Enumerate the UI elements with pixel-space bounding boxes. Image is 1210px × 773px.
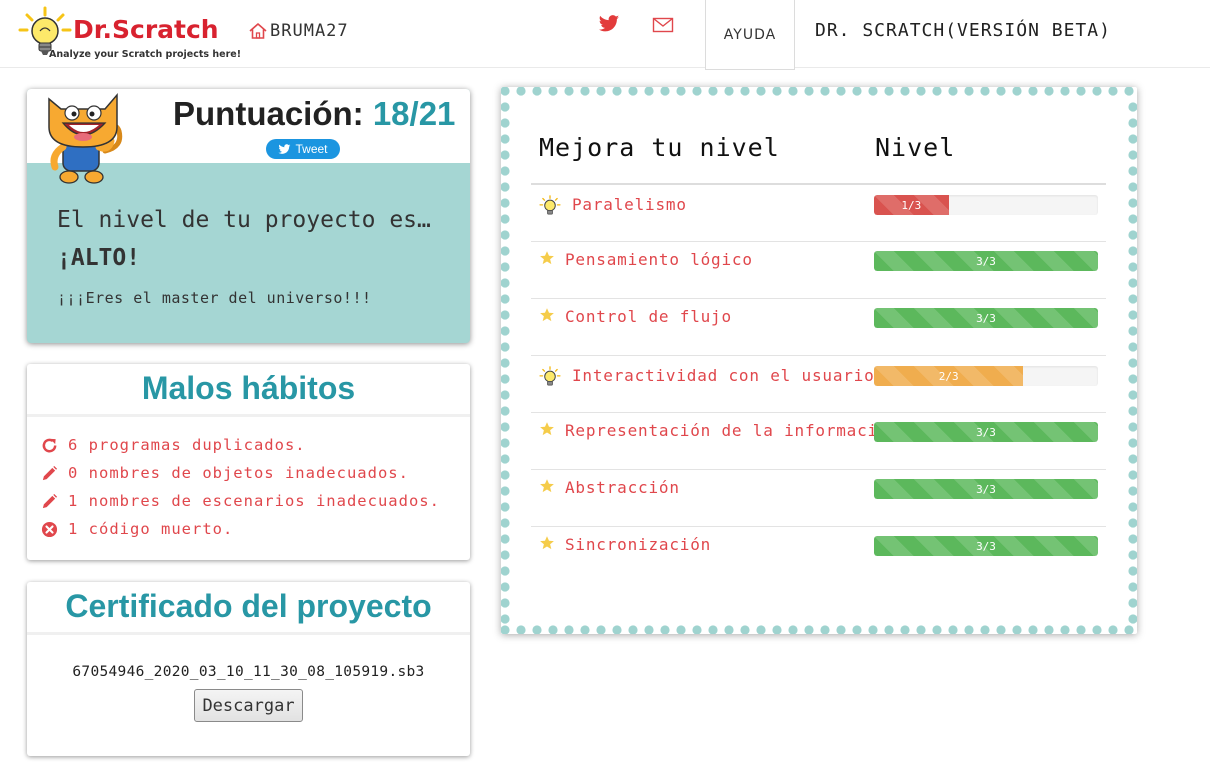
habit-text: 1 código muerto. — [68, 520, 234, 538]
level-progress-bar: 3/3 — [874, 536, 1098, 556]
praise-message: ¡¡¡Eres el master del universo!!! — [57, 289, 372, 307]
refresh-icon — [42, 438, 57, 452]
pencil-icon — [42, 465, 58, 480]
level-column-heading: Nivel — [875, 133, 956, 162]
habit-text: 1 nombres de escenarios inadecuados. — [68, 492, 440, 510]
level-row-name[interactable]: Representación de la información — [565, 421, 899, 440]
twitter-icon[interactable] — [598, 14, 620, 34]
scratch-cat-mascot — [48, 92, 123, 184]
star-icon — [539, 478, 559, 498]
level-progress-bar: 2/3 — [874, 366, 1098, 386]
level-row[interactable]: Interactividad con el usuario 2/3 — [531, 356, 1106, 413]
improve-level-card: Mejora tu nivel Nivel Paralelismo 1/3 Pens… — [501, 87, 1137, 634]
improve-level-heading: Mejora tu nivel — [539, 133, 780, 162]
download-button[interactable]: Descargar — [194, 689, 303, 722]
level-progress-bar: 3/3 — [874, 422, 1098, 442]
pencil-icon — [42, 493, 58, 508]
close-circle-icon — [41, 521, 58, 537]
level-row-name[interactable]: Sincronización — [565, 535, 711, 554]
level-row[interactable]: Abstracción 3/3 — [531, 470, 1106, 527]
project-level-text: El nivel de tu proyecto es… ¡ALTO! — [57, 201, 431, 277]
level-progress-bar: 1/3 — [874, 195, 1098, 215]
top-navbar: Dr.Scratch Analyze your Scratch projects… — [0, 0, 1210, 70]
mail-icon[interactable] — [652, 16, 674, 34]
level-progress-bar: 3/3 — [874, 479, 1098, 499]
score-heading: Puntuación: 18/21 — [173, 95, 455, 133]
habit-item-dead-code[interactable]: 1 código muerto. — [41, 517, 233, 541]
star-icon — [539, 250, 559, 270]
certificate-filename: 67054946_2020_03_10_11_30_08_105919.sb3 — [72, 664, 425, 680]
certificate-card: Certificado del proyecto 67054946_2020_0… — [27, 582, 470, 756]
level-row[interactable]: Sincronización 3/3 — [531, 527, 1106, 584]
logo-subtitle: Analyze your Scratch projects here! — [49, 49, 242, 60]
certificate-divider — [27, 632, 470, 635]
dr-scratch-logo[interactable]: Dr.Scratch Analyze your Scratch projects… — [17, 6, 241, 62]
home-link[interactable]: BRUMA27 — [248, 18, 349, 44]
level-progress-label: 3/3 — [976, 482, 996, 496]
level-prefix: El nivel de tu proyecto es… — [57, 207, 431, 233]
score-label: Puntuación: — [173, 95, 364, 132]
score-value: 18/21 — [372, 95, 456, 132]
home-link-label: BRUMA27 — [270, 21, 349, 41]
level-row[interactable]: Representación de la información 3/3 — [531, 413, 1106, 470]
lightbulb-icon — [539, 366, 561, 386]
star-icon — [539, 535, 559, 555]
level-row-name[interactable]: Abstracción — [565, 478, 680, 497]
level-progress-label: 2/3 — [938, 369, 959, 383]
twitter-bird-icon — [278, 143, 291, 154]
tweet-button-label: Tweet — [295, 142, 328, 156]
level-row-name[interactable]: Paralelismo — [572, 195, 687, 214]
level-row-name[interactable]: Control de flujo — [565, 307, 732, 326]
habit-text: 6 programas duplicados. — [68, 436, 306, 454]
level-row-name[interactable]: Interactividad con el usuario — [572, 366, 875, 385]
level-progress-bar: 3/3 — [874, 251, 1098, 271]
home-icon — [249, 23, 267, 39]
level-row[interactable]: Paralelismo 1/3 — [531, 185, 1106, 242]
level-row[interactable]: Control de flujo 3/3 — [531, 299, 1106, 356]
level-progress-label: 1/3 — [901, 198, 922, 212]
certificate-title: Certificado del proyecto — [65, 588, 432, 624]
level-progress-label: 3/3 — [976, 425, 996, 439]
bad-habits-title: Malos hábitos — [141, 370, 356, 406]
help-nav-button[interactable]: AYUDA — [705, 0, 795, 70]
lightbulb-icon — [539, 195, 561, 215]
version-nav-link[interactable]: DR. SCRATCH(VERSIÓN BETA) — [815, 20, 1111, 41]
level-progress-bar: 3/3 — [874, 308, 1098, 328]
level-value: ¡ALTO! — [57, 245, 141, 271]
habit-text: 0 nombres de objetos inadecuados. — [68, 464, 409, 482]
habit-item-sprite-names[interactable]: 0 nombres de objetos inadecuados. — [41, 461, 409, 485]
habit-item-duplicated[interactable]: 6 programas duplicados. — [41, 433, 306, 457]
tweet-button[interactable]: Tweet — [266, 139, 340, 159]
star-icon — [539, 421, 559, 441]
level-row-name[interactable]: Pensamiento lógico — [565, 250, 753, 269]
star-icon — [539, 307, 559, 327]
level-progress-label: 3/3 — [976, 539, 996, 553]
level-progress-label: 3/3 — [976, 254, 996, 268]
logo-title: Dr.Scratch — [73, 15, 219, 44]
bad-habits-card: Malos hábitos 6 programas duplicados. 0 … — [27, 364, 470, 560]
habit-item-backdrop-names[interactable]: 1 nombres de escenarios inadecuados. — [41, 489, 440, 513]
score-card: Puntuación: 18/21 Tweet El nivel de tu p… — [27, 89, 470, 343]
level-progress-label: 3/3 — [976, 311, 996, 325]
bad-habits-divider — [27, 414, 470, 417]
level-row[interactable]: Pensamiento lógico 3/3 — [531, 242, 1106, 299]
